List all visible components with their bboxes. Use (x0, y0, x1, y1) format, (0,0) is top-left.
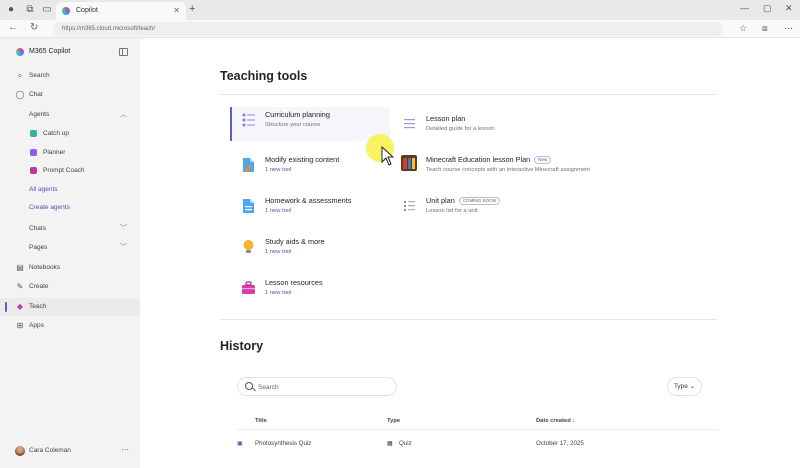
column-header-type[interactable]: Type (387, 418, 400, 424)
sidebar-section-chats[interactable]: Chats ﹀ (0, 220, 140, 238)
url-field[interactable]: https://m365.cloud.microsoft/teach/ (53, 22, 723, 36)
refresh-icon[interactable]: ↻ (30, 22, 38, 33)
back-icon[interactable]: ← (8, 22, 18, 33)
tool-lesson-plan[interactable]: Lesson plan Detailed guide for a lesson (393, 111, 653, 145)
browser-tab[interactable]: Copilot ✕ (56, 2, 186, 20)
history-search[interactable] (237, 377, 397, 396)
chat-icon: ◯ (15, 90, 25, 99)
prompt-coach-agent-icon (30, 167, 37, 174)
sidebar-section-pages[interactable]: Pages ﹀ (0, 239, 140, 257)
sidebar-item-create[interactable]: ✎ Create (0, 278, 140, 296)
tool-study-aids[interactable]: Study aids & more 1 new tool (232, 234, 392, 268)
search-icon (245, 382, 253, 390)
row-type: Quiz (399, 440, 412, 447)
sidebar-item-notebooks[interactable]: ▤ Notebooks (0, 259, 140, 277)
browser-titlebar: ● ⧉ ▭ Copilot ✕ + — ▢ ✕ (0, 0, 800, 20)
search-input[interactable] (258, 381, 388, 393)
tool-lesson-resources[interactable]: Lesson resources 1 new tool (232, 275, 392, 309)
more-icon[interactable]: ⋯ (784, 23, 793, 34)
address-bar-row: ← ↻ https://m365.cloud.microsoft/teach/ … (0, 20, 800, 38)
row-title[interactable]: Photosynthesis Quiz (255, 440, 311, 447)
tool-curriculum-planning[interactable]: Curriculum planning Structure your cours… (230, 107, 390, 141)
quiz-file-icon: ▣ (237, 440, 243, 447)
main-content: Teaching tools Curriculum planning Struc… (140, 38, 800, 468)
close-window-icon[interactable]: ✕ (785, 3, 793, 14)
chevron-down-icon: ⌄ (689, 383, 696, 390)
m365-copilot-logo-icon (16, 48, 24, 56)
minecraft-icon (401, 155, 417, 171)
sidebar-item-catch-up[interactable]: Catch up (0, 125, 140, 143)
tool-modify-existing-content[interactable]: Modify existing content 1 new tool (232, 152, 392, 186)
workspaces-icon[interactable]: ⧉ (23, 3, 37, 17)
teach-icon: ◆ (16, 302, 24, 311)
briefcase-icon (242, 281, 255, 294)
history-title: History (220, 339, 264, 353)
brand-name: M365 Copilot (29, 48, 71, 55)
type-filter-dropdown[interactable]: Type ⌄ (667, 377, 702, 396)
checklist-icon (242, 113, 255, 127)
teaching-tools-title: Teaching tools (220, 69, 308, 83)
copilot-favicon-icon (62, 7, 70, 15)
avatar (15, 446, 25, 456)
search-icon: ⌕ (17, 71, 23, 80)
user-name: Cara Coleman (29, 447, 71, 454)
profile-icon[interactable]: ● (4, 3, 18, 17)
table-header-divider (237, 429, 717, 430)
sidebar-item-chat[interactable]: ◯ Chat (0, 86, 140, 104)
tool-homework-assessments[interactable]: Homework & assessments 1 new tool (232, 193, 392, 227)
sidebar-item-apps[interactable]: ⊞ Apps (0, 317, 140, 335)
sort-down-icon: ↓ (572, 418, 576, 424)
apps-icon: ⊞ (16, 321, 24, 330)
sidebar-item-search[interactable]: ⌕ Search (0, 67, 140, 85)
tab-title: Copilot (76, 7, 98, 14)
maximize-icon[interactable]: ▢ (763, 3, 772, 14)
tab-actions-icon[interactable]: ▭ (40, 3, 54, 17)
new-badge: New (534, 156, 552, 164)
tool-unit-plan[interactable]: Unit plan COMING SOON Lesson list for a u… (393, 193, 653, 227)
more-options-icon[interactable]: ⋯ (121, 445, 129, 454)
create-icon: ✎ (16, 282, 24, 291)
section-divider (220, 319, 717, 320)
sidebar-section-agents[interactable]: Agents ︿ (0, 106, 140, 124)
document-icon (243, 199, 254, 213)
column-header-date[interactable]: Date created ↓ (536, 418, 575, 424)
sidebar-item-teach[interactable]: ◆ Teach (0, 298, 140, 316)
new-tab-icon[interactable]: + (189, 3, 195, 15)
favorites-icon[interactable]: ☆ (739, 23, 747, 34)
coming-soon-badge: COMING SOON (458, 197, 500, 205)
tool-minecraft-lesson-plan[interactable]: Minecraft Education lesson Plan New Teach… (393, 152, 693, 186)
user-profile[interactable]: Cara Coleman ⋯ (15, 445, 135, 459)
planner-agent-icon (30, 149, 37, 156)
mouse-pointer-icon (381, 146, 395, 166)
sidebar: M365 Copilot ⌕ Search ◯ Chat Agents ︿ Ca… (0, 38, 140, 468)
sidebar-item-planner[interactable]: Planner (0, 144, 140, 162)
minimize-icon[interactable]: — (740, 3, 749, 13)
sidebar-link-all-agents[interactable]: All agents (0, 181, 140, 199)
lightbulb-icon (243, 240, 254, 253)
quiz-type-icon: ▦ (387, 440, 393, 447)
close-tab-icon[interactable]: ✕ (173, 2, 180, 20)
chevron-down-icon: ﹀ (120, 225, 127, 232)
collapse-sidebar-icon[interactable] (119, 48, 128, 56)
column-header-title[interactable]: Title (255, 418, 267, 424)
chevron-down-icon: ﹀ (120, 244, 127, 251)
notebook-icon: ▤ (16, 263, 24, 272)
sidebar-link-create-agents[interactable]: Create agents (0, 199, 140, 217)
list-icon (404, 119, 415, 129)
row-date: October 17, 2025 (536, 440, 584, 447)
catch-up-agent-icon (30, 130, 37, 137)
sidebar-item-prompt-coach[interactable]: Prompt Coach (0, 162, 140, 180)
chevron-up-icon: ︿ (120, 111, 127, 118)
collections-icon[interactable]: ⧈ (762, 23, 768, 34)
section-divider (220, 94, 717, 95)
document-edit-icon (243, 158, 254, 172)
checklist-icon (404, 201, 415, 211)
